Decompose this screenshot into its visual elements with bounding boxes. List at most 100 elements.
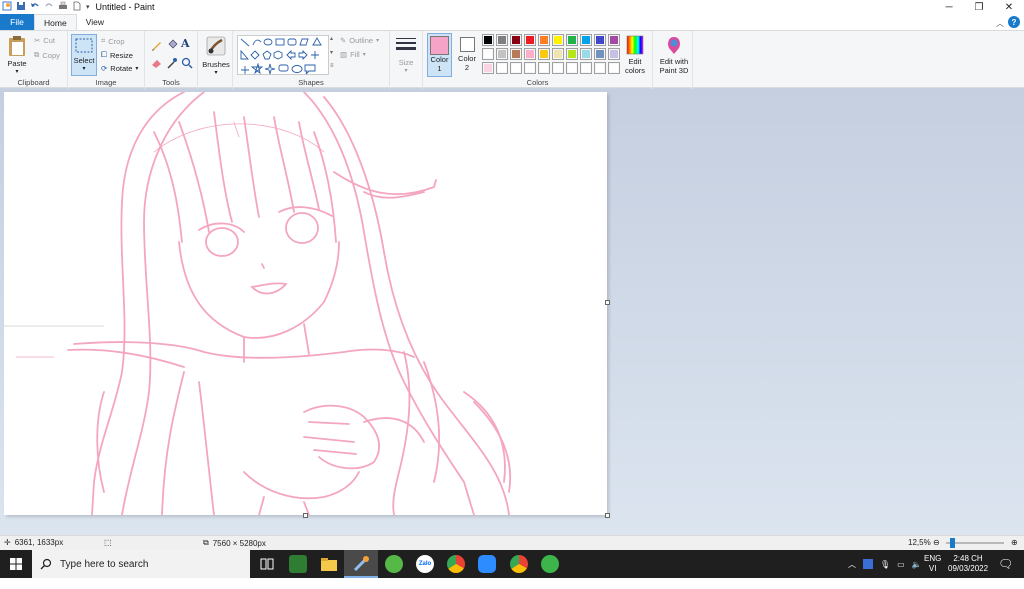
crop-button[interactable]: ⌗ Crop — [101, 36, 125, 46]
brushes-chevron-icon[interactable]: ▾ — [201, 69, 231, 76]
redo-icon[interactable] — [44, 1, 54, 13]
game-app-icon[interactable] — [289, 555, 307, 573]
resize-handle-bottom[interactable] — [303, 513, 308, 518]
text-tool-icon[interactable]: A — [181, 37, 190, 50]
palette-swatch[interactable] — [524, 62, 536, 74]
resize-handle-corner[interactable] — [605, 513, 610, 518]
edit-colors-button[interactable]: Edit colors — [622, 35, 648, 75]
tab-file[interactable]: File — [0, 14, 34, 30]
shapes-scroll-up-icon[interactable]: ▴ — [330, 35, 333, 42]
microphone-icon[interactable]: 🎙 — [880, 560, 890, 569]
palette-swatch[interactable] — [482, 34, 494, 46]
palette-swatch[interactable] — [566, 48, 578, 60]
fill-button[interactable]: ▨ Fill ▾ — [340, 50, 366, 59]
fill-bucket-icon[interactable] — [166, 39, 178, 53]
palette-swatch[interactable] — [552, 48, 564, 60]
cut-button[interactable]: ✂ Cut — [34, 36, 55, 45]
brushes-button[interactable]: Brushes ▾ — [201, 35, 231, 76]
canvas-workspace[interactable] — [0, 89, 1024, 535]
edit-with-paint3d-button[interactable]: Edit with Paint 3D — [655, 35, 693, 75]
copy-button[interactable]: ⧉ Copy — [34, 50, 60, 60]
palette-swatch[interactable] — [566, 62, 578, 74]
zoom-slider-thumb[interactable] — [950, 538, 955, 548]
close-button[interactable]: ✕ — [994, 0, 1024, 14]
zoom-app-icon[interactable] — [478, 555, 496, 573]
palette-swatch[interactable] — [608, 48, 620, 60]
palette-swatch[interactable] — [608, 34, 620, 46]
color-picker-icon[interactable] — [166, 57, 178, 71]
language-indicator[interactable]: ENG VI — [924, 550, 941, 578]
palette-swatch[interactable] — [510, 48, 522, 60]
clock[interactable]: 2:48 CH 09/03/2022 — [948, 550, 988, 578]
palette-swatch[interactable] — [538, 48, 550, 60]
palette-swatch[interactable] — [580, 34, 592, 46]
zoom-out-button[interactable]: ⊖ — [933, 538, 940, 547]
select-chevron-icon[interactable]: ▾ — [72, 65, 96, 72]
restore-button[interactable]: ❐ — [964, 0, 994, 14]
resize-button[interactable]: ⧠ Resize — [101, 50, 133, 60]
unikey-icon[interactable] — [863, 559, 873, 569]
palette-swatch[interactable] — [566, 34, 578, 46]
color1-button[interactable]: Color 1 — [427, 33, 452, 77]
palette-swatch[interactable] — [552, 34, 564, 46]
volume-icon[interactable]: 🔈 — [912, 560, 922, 569]
zalo-icon[interactable]: Zalo — [416, 555, 434, 573]
palette-swatch[interactable] — [594, 62, 606, 74]
drawing-canvas[interactable] — [4, 92, 607, 515]
tab-view[interactable]: View — [77, 14, 113, 30]
palette-swatch[interactable] — [594, 34, 606, 46]
taskbar-paint-button[interactable] — [344, 550, 378, 578]
palette-swatch[interactable] — [524, 34, 536, 46]
shapes-gallery[interactable] — [237, 35, 329, 75]
paste-chevron-icon[interactable]: ▾ — [5, 68, 29, 75]
palette-swatch[interactable] — [482, 62, 494, 74]
greenshot-icon[interactable] — [385, 555, 403, 573]
task-view-icon[interactable] — [258, 555, 276, 573]
customize-qa-chevron-icon[interactable]: ▾ — [86, 3, 90, 11]
palette-swatch[interactable] — [510, 62, 522, 74]
palette-swatch[interactable] — [496, 34, 508, 46]
network-icon[interactable]: ▭ — [897, 560, 905, 569]
show-hidden-icons-icon[interactable]: ︿ — [848, 559, 856, 570]
save-icon[interactable] — [16, 1, 26, 13]
palette-swatch[interactable] — [482, 48, 494, 60]
color2-button[interactable]: Color 2 — [455, 33, 479, 77]
file-explorer-icon[interactable] — [320, 555, 338, 573]
eraser-icon[interactable] — [151, 57, 163, 71]
palette-swatch[interactable] — [496, 48, 508, 60]
start-button[interactable] — [0, 550, 32, 578]
palette-swatch[interactable] — [538, 34, 550, 46]
zoom-slider[interactable] — [946, 538, 1004, 548]
tab-home[interactable]: Home — [34, 14, 77, 30]
print-icon[interactable] — [58, 1, 68, 13]
notifications-icon[interactable]: 🗨 — [998, 550, 1013, 578]
palette-swatch[interactable] — [608, 62, 620, 74]
palette-swatch[interactable] — [538, 62, 550, 74]
minimize-button[interactable]: ─ — [934, 0, 964, 14]
taskbar-search-box[interactable]: Type here to search — [32, 550, 250, 578]
magnifier-icon[interactable] — [181, 57, 193, 71]
palette-swatch[interactable] — [594, 48, 606, 60]
help-icon[interactable]: ? — [1008, 16, 1020, 28]
paste-button[interactable]: Paste ▾ — [5, 35, 29, 75]
select-button[interactable]: Select ▾ — [71, 34, 97, 76]
palette-swatch[interactable] — [524, 48, 536, 60]
palette-swatch[interactable] — [510, 34, 522, 46]
palette-swatch[interactable] — [552, 62, 564, 74]
new-file-icon[interactable] — [72, 1, 82, 13]
chrome-icon[interactable] — [447, 555, 465, 573]
rotate-button[interactable]: ⟳ Rotate ▾ — [101, 64, 138, 73]
pencil-icon[interactable] — [151, 39, 163, 53]
size-button[interactable]: Size ▾ — [395, 37, 417, 74]
resize-handle-right[interactable] — [605, 300, 610, 305]
zoom-in-button[interactable]: ⊕ — [1011, 538, 1018, 547]
outline-button[interactable]: ✎ Outline ▾ — [340, 36, 379, 45]
shapes-scroll-down-icon[interactable]: ▾ — [330, 49, 333, 56]
palette-swatch[interactable] — [580, 48, 592, 60]
other-app-icon[interactable] — [541, 555, 559, 573]
collapse-ribbon-icon[interactable]: ︿ — [996, 18, 1004, 29]
shapes-more-icon[interactable]: ≡ — [330, 63, 334, 69]
palette-swatch[interactable] — [496, 62, 508, 74]
palette-swatch[interactable] — [580, 62, 592, 74]
chrome-profile-icon[interactable] — [510, 555, 528, 573]
